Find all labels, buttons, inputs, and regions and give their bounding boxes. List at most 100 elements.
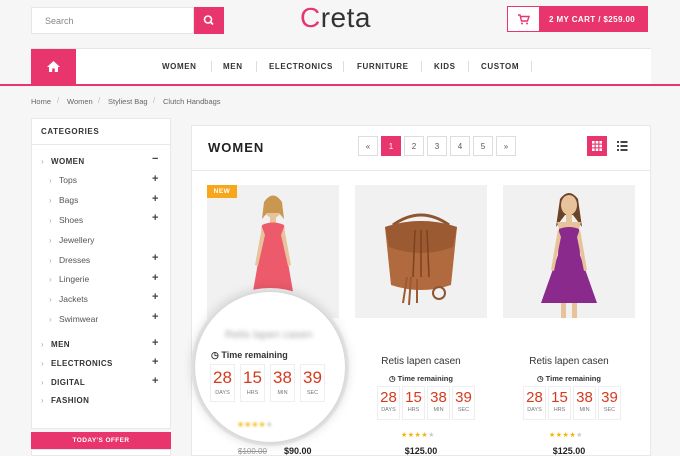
- magnifier-content: Retis lapen casen ◷ Time remaining 28 DAY…: [195, 292, 345, 442]
- pagination-page-4[interactable]: 4: [450, 136, 470, 156]
- category-tops[interactable]: Tops: [59, 175, 77, 185]
- purple-dress-model-image: [541, 193, 597, 318]
- chevron-right-icon: ›: [49, 295, 52, 304]
- category-digital[interactable]: DIGITAL: [51, 378, 85, 387]
- nav-electronics[interactable]: ELECTRONICS: [269, 62, 333, 71]
- breadcrumb-women[interactable]: Women: [67, 97, 93, 106]
- breadcrumb-separator: /: [57, 96, 60, 105]
- countdown-min: 38 MIN: [427, 386, 450, 420]
- cart-button[interactable]: 2 MY CART / $259.00: [507, 6, 648, 32]
- countdown-days: 28 DAYS: [210, 364, 235, 402]
- countdown-unit: MIN: [277, 390, 288, 396]
- rating-stars: ★★★★★: [549, 432, 583, 439]
- countdown-unit: MIN: [579, 407, 590, 413]
- category-jackets[interactable]: Jackets: [59, 294, 88, 304]
- list-icon: [617, 141, 628, 151]
- grid-icon: [592, 141, 602, 151]
- product-image[interactable]: [355, 185, 487, 318]
- clock-icon: ◷: [389, 374, 396, 383]
- countdown-value: 15: [405, 389, 422, 406]
- nav-divider: [531, 61, 532, 72]
- countdown-unit: SEC: [457, 407, 470, 413]
- search-input[interactable]: Search: [31, 7, 194, 34]
- logo[interactable]: Creta: [300, 2, 371, 34]
- expand-icon[interactable]: +: [152, 291, 158, 303]
- category-lingerie[interactable]: Lingerie: [59, 274, 89, 284]
- grid-view-button[interactable]: [587, 136, 607, 156]
- expand-icon[interactable]: +: [152, 193, 158, 205]
- cart-label: 2 MY CART / $259.00: [539, 7, 648, 31]
- page-title: WOMEN: [208, 140, 265, 155]
- category-electronics[interactable]: ELECTRONICS: [51, 359, 113, 368]
- countdown-hrs: 15 HRS: [402, 386, 425, 420]
- clock-icon: ◷: [537, 374, 544, 383]
- nav-kids[interactable]: KIDS: [434, 62, 456, 71]
- nav-furniture[interactable]: FURNITURE: [357, 62, 409, 71]
- chevron-right-icon: ›: [41, 378, 44, 387]
- countdown-min: 38 MIN: [270, 364, 295, 402]
- main-nav: WOMEN MEN ELECTRONICS FURNITURE KIDS CUS…: [31, 48, 651, 86]
- product-name[interactable]: Retis lapen casen: [355, 356, 487, 367]
- expand-icon[interactable]: +: [152, 173, 158, 185]
- countdown-sec: 39 SEC: [300, 364, 325, 402]
- countdown-value: 15: [243, 368, 262, 387]
- pagination-page-5[interactable]: 5: [473, 136, 493, 156]
- chevron-right-icon: ›: [49, 176, 52, 185]
- product-name[interactable]: Retis lapen casen: [503, 356, 635, 367]
- breadcrumb-separator: /: [98, 96, 101, 105]
- category-dresses[interactable]: Dresses: [59, 255, 90, 265]
- expand-icon[interactable]: +: [152, 375, 158, 387]
- category-women[interactable]: WOMEN: [51, 157, 85, 166]
- expand-icon[interactable]: +: [152, 252, 158, 264]
- rating-stars: ★★★★★: [237, 420, 273, 429]
- countdown-sec: 39 SEC: [452, 386, 475, 420]
- expand-icon[interactable]: +: [152, 212, 158, 224]
- category-bags[interactable]: Bags: [59, 195, 78, 205]
- category-swimwear[interactable]: Swimwear: [59, 314, 98, 324]
- expand-icon[interactable]: +: [152, 311, 158, 323]
- pagination-page-3[interactable]: 3: [427, 136, 447, 156]
- expand-icon[interactable]: +: [152, 356, 158, 368]
- new-badge: NEW: [207, 185, 237, 198]
- pagination-prev[interactable]: «: [358, 136, 378, 156]
- breadcrumb-current: Clutch Handbags: [163, 97, 221, 106]
- breadcrumb-home[interactable]: Home: [31, 97, 51, 106]
- chevron-right-icon: ›: [49, 216, 52, 225]
- nav-divider: [256, 61, 257, 72]
- list-view-button[interactable]: [612, 136, 632, 156]
- home-icon: [47, 61, 60, 72]
- pagination-page-1[interactable]: 1: [381, 136, 401, 156]
- nav-women[interactable]: WOMEN: [162, 62, 197, 71]
- countdown-value: 39: [303, 368, 322, 387]
- expand-icon[interactable]: +: [152, 337, 158, 349]
- product-image[interactable]: [503, 185, 635, 318]
- product-old-price: $100.00: [238, 447, 267, 456]
- nav-men[interactable]: MEN: [223, 62, 243, 71]
- category-men[interactable]: MEN: [51, 340, 70, 349]
- home-button[interactable]: [31, 49, 76, 86]
- countdown-sec: 39 SEC: [598, 386, 621, 420]
- breadcrumb-bag[interactable]: Styliest Bag: [108, 97, 148, 106]
- countdown-unit: MIN: [433, 407, 444, 413]
- category-fashion[interactable]: FASHION: [51, 396, 89, 405]
- time-remaining-label: ◷ Time remaining: [355, 374, 487, 383]
- nav-divider: [343, 61, 344, 72]
- collapse-icon[interactable]: −: [152, 153, 158, 165]
- category-jewellery[interactable]: Jewellery: [59, 235, 94, 245]
- pagination-next[interactable]: »: [496, 136, 516, 156]
- search-button[interactable]: [194, 7, 224, 34]
- nav-custom[interactable]: CUSTOM: [481, 62, 519, 71]
- time-remaining-text: Time remaining: [397, 374, 453, 383]
- countdown-min: 38 MIN: [573, 386, 596, 420]
- countdown-value: 39: [601, 389, 618, 406]
- rating-stars: ★★★★★: [401, 432, 435, 439]
- countdown-value: 38: [576, 389, 593, 406]
- expand-icon[interactable]: +: [152, 272, 158, 284]
- logo-text: reta: [320, 2, 371, 33]
- category-shoes[interactable]: Shoes: [59, 215, 83, 225]
- magnifier-lens: Retis lapen casen ◷ Time remaining 28 DAY…: [195, 292, 345, 442]
- countdown-unit: SEC: [603, 407, 616, 413]
- countdown-unit: HRS: [246, 390, 259, 396]
- pagination-page-2[interactable]: 2: [404, 136, 424, 156]
- nav-divider: [211, 61, 212, 72]
